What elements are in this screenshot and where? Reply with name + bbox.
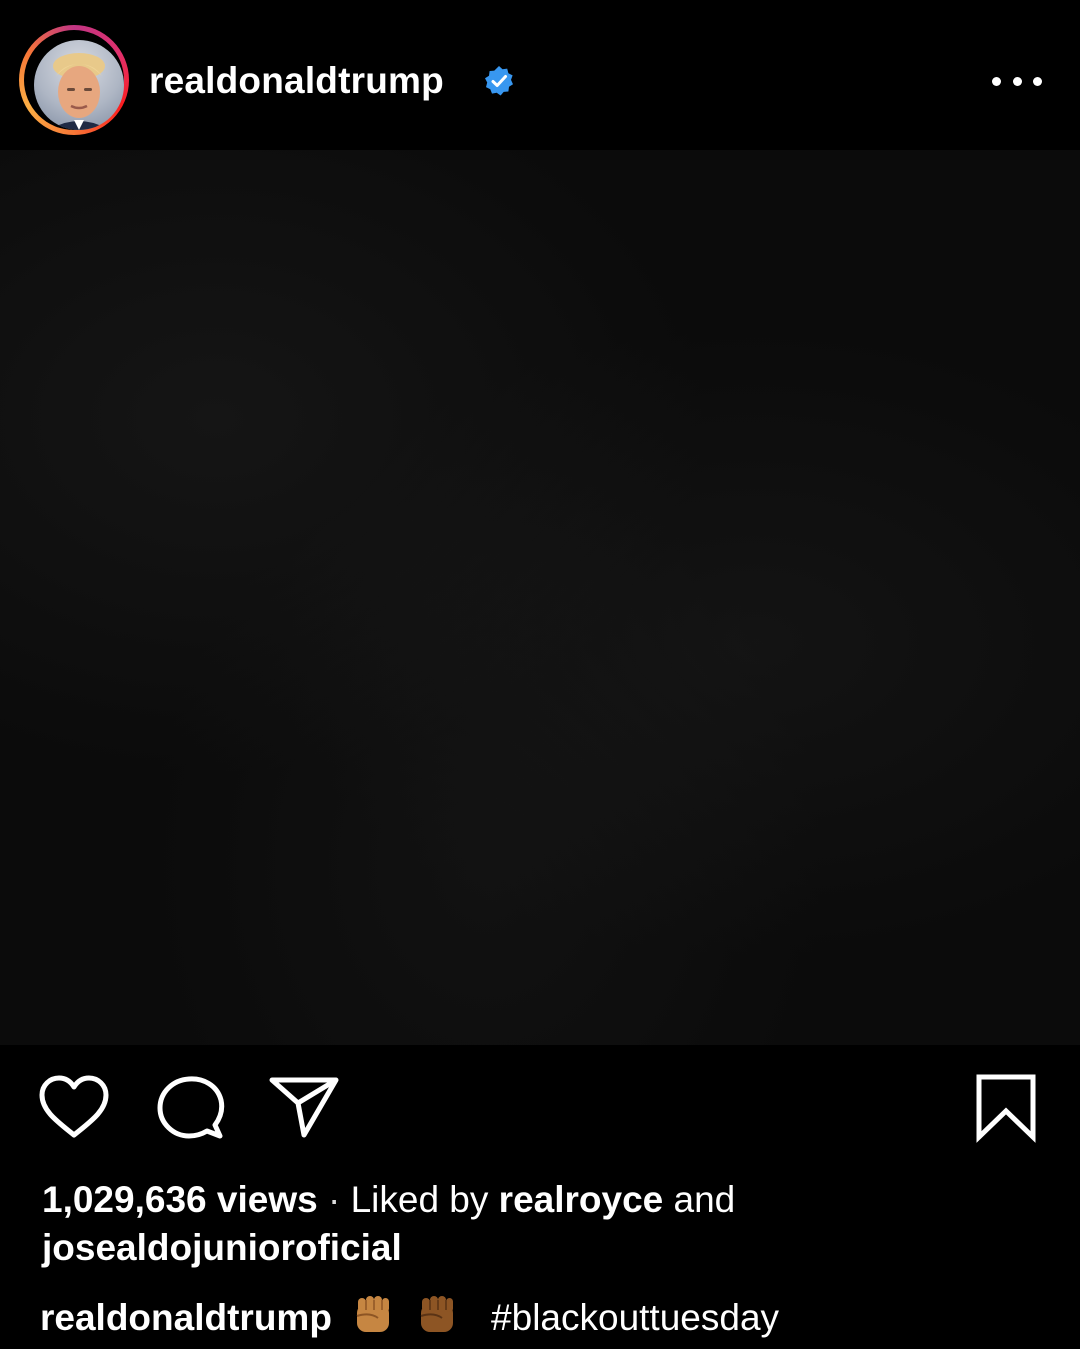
raised-fist-icon [356,1296,390,1332]
post-media-black-image[interactable] [0,150,1080,1045]
post-header: realdonaldtrump [0,0,1080,150]
dot [1033,76,1042,86]
verified-badge-icon [485,66,513,96]
action-bar [0,1045,1080,1165]
paper-plane-icon[interactable] [268,1075,340,1139]
post-username[interactable]: realdonaldtrump [149,58,444,104]
comment-bubble-icon[interactable] [155,1075,225,1141]
liked-by-user-link[interactable]: realroyce [499,1179,664,1220]
post-caption: realdonaldtrump #blackouttuesday [40,1292,1040,1342]
avatar-portrait [49,53,109,130]
bookmark-icon[interactable] [974,1073,1038,1143]
liked-by-prefix: Liked by [350,1179,489,1220]
views-label[interactable]: views [217,1179,318,1220]
raised-fist-icon [421,1296,454,1332]
avatar-gap [24,30,124,130]
liked-by-and: and [673,1179,736,1220]
dot [1012,76,1022,86]
story-ring[interactable] [19,25,129,135]
heart-icon[interactable] [38,1075,110,1139]
separator: · [327,1179,341,1220]
dot [992,76,1001,86]
avatar[interactable] [34,40,124,130]
more-options-icon[interactable] [992,66,1042,96]
liked-by-other-link[interactable]: josealdojunioroficial [42,1227,402,1268]
caption-username-link[interactable]: realdonaldtrump [40,1297,332,1338]
engagement-summary: 1,029,636 views · Liked by realroyce and… [42,1176,1042,1272]
views-count[interactable]: 1,029,636 [42,1179,207,1220]
hashtag-link[interactable]: #blackouttuesday [491,1297,779,1338]
